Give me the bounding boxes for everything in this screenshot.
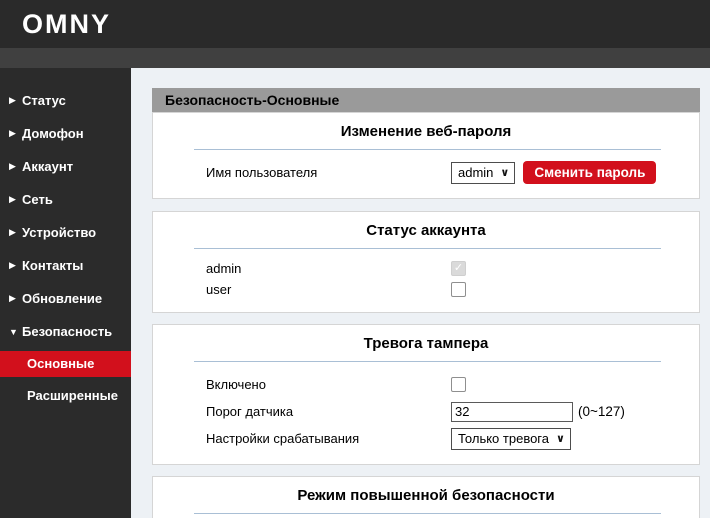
chevron-right-icon: ▶ (9, 161, 22, 172)
tamper-trigger-select-value: Только тревога (458, 431, 549, 446)
username-row: Имя пользователя admin ∨ Сменить пароль (153, 159, 699, 186)
page-title: Безопасность-Основные (152, 88, 700, 112)
user-label: user (206, 282, 451, 297)
sidebar-item-status[interactable]: ▶ Статус (0, 84, 131, 117)
section-enhanced-security: Режим повышенной безопасности Включено (152, 476, 700, 518)
app-header: OMNY (0, 0, 710, 48)
admin-status-row: admin ✓ (153, 258, 699, 279)
section-title: Статус аккаунта (153, 212, 699, 239)
username-select-value: admin (458, 165, 493, 180)
sidebar-item-intercom[interactable]: ▶ Домофон (0, 117, 131, 150)
tamper-enabled-checkbox[interactable] (451, 377, 466, 392)
sidebar-item-device[interactable]: ▶ Устройство (0, 216, 131, 249)
sidebar-item-update[interactable]: ▶ Обновление (0, 282, 131, 315)
section-title: Тревога тампера (153, 325, 699, 352)
dropdown-arrow-icon: ∨ (556, 432, 565, 445)
section-title: Режим повышенной безопасности (153, 477, 699, 504)
tamper-enabled-row: Включено (153, 371, 699, 398)
omny-logo: OMNY (22, 9, 111, 40)
section-tamper-alarm: Тревога тампера Включено Порог датчика (… (152, 324, 700, 465)
sub-header-bar (0, 48, 710, 68)
admin-status-checkbox: ✓ (451, 261, 466, 276)
dropdown-arrow-icon: ∨ (500, 166, 509, 179)
sidebar: ▶ Статус ▶ Домофон ▶ Аккаунт ▶ Сеть ▶ Ус… (0, 68, 131, 518)
sidebar-item-account[interactable]: ▶ Аккаунт (0, 150, 131, 183)
chevron-right-icon: ▶ (9, 227, 22, 238)
sidebar-item-contacts[interactable]: ▶ Контакты (0, 249, 131, 282)
section-web-password: Изменение веб-пароля Имя пользователя ad… (152, 112, 700, 199)
main-content: Безопасность-Основные Изменение веб-паро… (131, 68, 710, 518)
section-title: Изменение веб-пароля (153, 113, 699, 140)
user-status-checkbox[interactable] (451, 282, 466, 297)
username-label: Имя пользователя (206, 165, 451, 180)
sidebar-subitem-basic[interactable]: Основные (0, 351, 131, 377)
tamper-trigger-label: Настройки срабатывания (206, 431, 451, 446)
chevron-down-icon: ▼ (9, 327, 22, 337)
chevron-right-icon: ▶ (9, 260, 22, 271)
sidebar-item-security[interactable]: ▼ Безопасность (0, 315, 131, 348)
tamper-threshold-input[interactable] (451, 402, 573, 422)
tamper-trigger-row: Настройки срабатывания Только тревога ∨ (153, 425, 699, 452)
checkmark-icon: ✓ (454, 263, 463, 274)
sidebar-subitem-advanced[interactable]: Расширенные (0, 383, 131, 409)
chevron-right-icon: ▶ (9, 293, 22, 304)
chevron-right-icon: ▶ (9, 95, 22, 106)
tamper-trigger-select[interactable]: Только тревога ∨ (451, 428, 571, 450)
tamper-enabled-label: Включено (206, 377, 451, 392)
tamper-threshold-label: Порог датчика (206, 404, 451, 419)
change-password-button[interactable]: Сменить пароль (523, 161, 656, 184)
chevron-right-icon: ▶ (9, 194, 22, 205)
section-account-status: Статус аккаунта admin ✓ user (152, 211, 700, 313)
username-select[interactable]: admin ∨ (451, 162, 515, 184)
user-status-row: user (153, 279, 699, 300)
tamper-threshold-range: (0~127) (578, 404, 625, 419)
sidebar-item-network[interactable]: ▶ Сеть (0, 183, 131, 216)
admin-label: admin (206, 261, 451, 276)
tamper-threshold-row: Порог датчика (0~127) (153, 398, 699, 425)
chevron-right-icon: ▶ (9, 128, 22, 139)
